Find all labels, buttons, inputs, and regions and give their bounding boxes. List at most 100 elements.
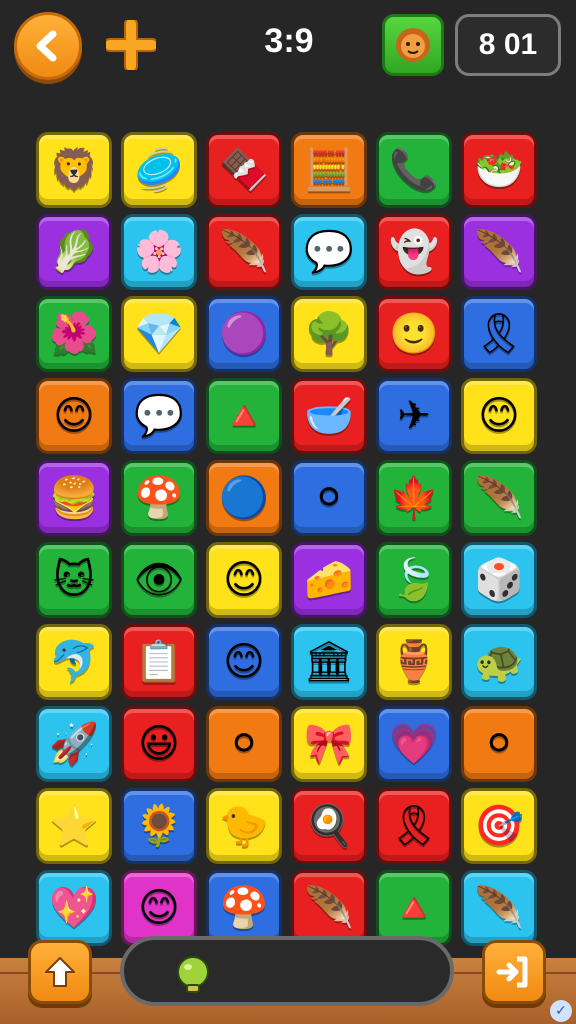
- tile[interactable]: 🧀: [291, 542, 367, 618]
- tile[interactable]: 🏛: [291, 624, 367, 700]
- tile[interactable]: 🪶: [461, 460, 537, 536]
- tile[interactable]: 🧮: [291, 132, 367, 208]
- tile[interactable]: 🌸: [121, 214, 197, 290]
- face-icon: 🙂: [389, 311, 439, 357]
- bowl-icon: 🥗: [474, 147, 524, 193]
- bird-icon: 🐤: [219, 803, 269, 849]
- disc-icon: 🥏: [134, 147, 184, 193]
- bulb-icon[interactable]: [172, 954, 214, 996]
- tile[interactable]: 🎗: [376, 788, 452, 864]
- tile[interactable]: 😊: [121, 870, 197, 946]
- turtle-icon: 🐢: [474, 639, 524, 685]
- tile[interactable]: 🌳: [291, 296, 367, 372]
- smiley-icon: 😊: [138, 885, 180, 931]
- tile[interactable]: 🐱: [36, 542, 112, 618]
- tile[interactable]: 🥗: [461, 132, 537, 208]
- tile[interactable]: 💖: [36, 870, 112, 946]
- eye-bubble-icon: 👁: [133, 557, 185, 603]
- tile[interactable]: ✈: [376, 378, 452, 454]
- feather-icon: 🪶: [474, 475, 524, 521]
- leaf-icon: 🍃: [389, 557, 439, 603]
- tile[interactable]: 🎯: [461, 788, 537, 864]
- tile[interactable]: 😊: [36, 378, 112, 454]
- lion-icon: 🦁: [49, 147, 99, 193]
- tile[interactable]: 💬: [291, 214, 367, 290]
- tile[interactable]: 👻: [376, 214, 452, 290]
- tile[interactable]: ⭐: [36, 788, 112, 864]
- flower-icon: 🌺: [49, 311, 99, 357]
- tile[interactable]: ⚪: [206, 706, 282, 782]
- tile[interactable]: 🔺: [376, 870, 452, 946]
- tile[interactable]: 🥏: [121, 132, 197, 208]
- up-button[interactable]: [28, 940, 92, 1004]
- tile[interactable]: 🟣: [206, 296, 282, 372]
- tile[interactable]: 🎗: [461, 296, 537, 372]
- mushroom-icon: 🍄: [219, 885, 269, 931]
- ghost-icon: 👻: [389, 229, 439, 275]
- tile[interactable]: 🎲: [461, 542, 537, 618]
- tile[interactable]: 👁: [121, 542, 197, 618]
- leaf-icon: 🍁: [389, 475, 439, 521]
- tile[interactable]: 🏺: [376, 624, 452, 700]
- cat-icon: 🐱: [53, 557, 95, 603]
- feather-icon: 🪶: [219, 229, 269, 275]
- gem-icon: 💎: [134, 311, 184, 357]
- smiley-icon: 😊: [53, 393, 95, 439]
- tile[interactable]: 🐬: [36, 624, 112, 700]
- heart-bubble-icon: 💗: [389, 721, 439, 767]
- chevron-left-icon: [36, 30, 57, 62]
- tile[interactable]: 🥬: [36, 214, 112, 290]
- tile[interactable]: 🔺: [206, 378, 282, 454]
- tile[interactable]: ⚪: [291, 460, 367, 536]
- tile[interactable]: 🚀: [36, 706, 112, 782]
- badge-icon: ✓: [550, 1000, 572, 1022]
- tile[interactable]: 🙂: [376, 296, 452, 372]
- tile[interactable]: 🍄: [121, 460, 197, 536]
- mushroom-icon: 🍄: [134, 475, 184, 521]
- tile[interactable]: 😃: [121, 706, 197, 782]
- tile[interactable]: 🍫: [206, 132, 282, 208]
- smiley-icon: ⚪: [312, 475, 346, 521]
- tile[interactable]: 🪶: [291, 870, 367, 946]
- tile[interactable]: 🍄: [206, 870, 282, 946]
- tile[interactable]: 🪶: [461, 870, 537, 946]
- tile[interactable]: 💬: [121, 378, 197, 454]
- add-button[interactable]: [103, 17, 159, 73]
- tile[interactable]: 😊: [461, 378, 537, 454]
- tile[interactable]: 🎀: [291, 706, 367, 782]
- tile[interactable]: 🍳: [291, 788, 367, 864]
- building-icon: 🏛: [303, 639, 355, 685]
- tile[interactable]: 🦁: [36, 132, 112, 208]
- avatar-button[interactable]: [382, 14, 444, 76]
- tile[interactable]: 💗: [376, 706, 452, 782]
- speech-bubble-icon: 💬: [304, 229, 354, 275]
- badge-icon: 🎗: [473, 311, 525, 357]
- ribbon-icon: 🎗: [388, 803, 440, 849]
- score-display: 8 01: [455, 14, 561, 76]
- smiley-icon: 😊: [223, 557, 265, 603]
- tile[interactable]: 😊: [206, 542, 282, 618]
- smiley-icon: ⚪: [227, 721, 261, 767]
- smiley-icon: ⚪: [482, 721, 516, 767]
- tile[interactable]: 🐢: [461, 624, 537, 700]
- exit-button[interactable]: [482, 940, 546, 1004]
- tile[interactable]: 📋: [121, 624, 197, 700]
- tile[interactable]: 🍃: [376, 542, 452, 618]
- tile[interactable]: 🪶: [461, 214, 537, 290]
- tile[interactable]: 🪶: [206, 214, 282, 290]
- tile[interactable]: 🍔: [36, 460, 112, 536]
- tile[interactable]: 🌺: [36, 296, 112, 372]
- tile[interactable]: 📞: [376, 132, 452, 208]
- smiley-icon: 😊: [223, 639, 265, 685]
- tile[interactable]: 🐤: [206, 788, 282, 864]
- feather-icon: 🪶: [304, 885, 354, 931]
- tile[interactable]: 🥣: [291, 378, 367, 454]
- exit-icon: [496, 956, 528, 988]
- tile[interactable]: 🍁: [376, 460, 452, 536]
- tile[interactable]: 💎: [121, 296, 197, 372]
- tile[interactable]: 🔵: [206, 460, 282, 536]
- tile[interactable]: 🌻: [121, 788, 197, 864]
- back-button[interactable]: [14, 12, 82, 80]
- tile[interactable]: ⚪: [461, 706, 537, 782]
- tile[interactable]: 😊: [206, 624, 282, 700]
